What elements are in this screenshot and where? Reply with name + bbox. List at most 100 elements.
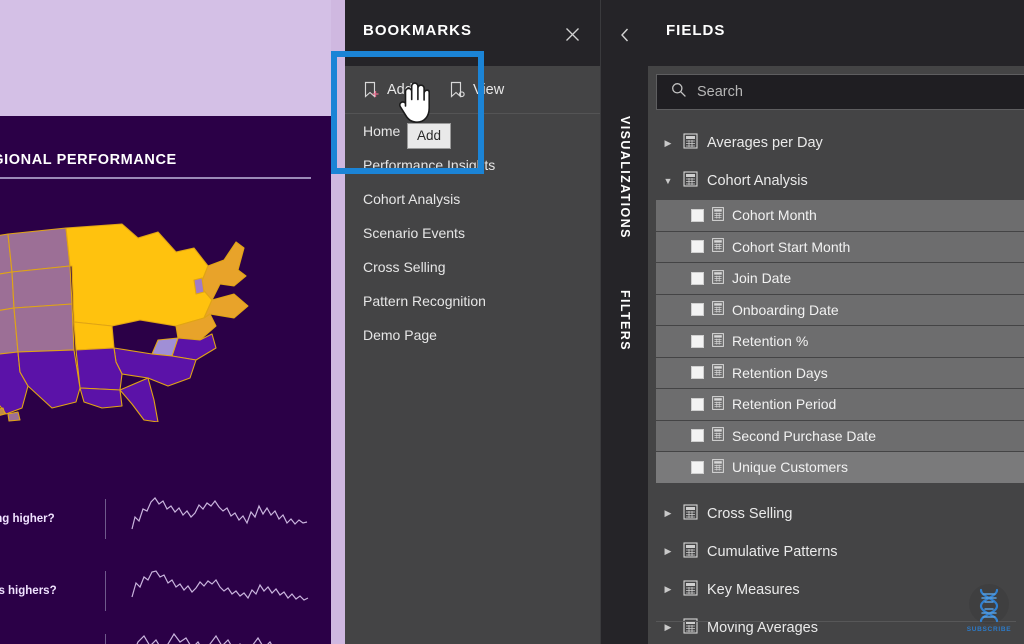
field-table-label: Cohort Analysis bbox=[707, 173, 808, 189]
tooltip: Add bbox=[407, 123, 452, 149]
field-item-label: Onboarding Date bbox=[732, 301, 839, 318]
chevron-right-icon[interactable]: ▶ bbox=[662, 546, 674, 557]
field-item-unique-customers[interactable]: Unique Customers bbox=[656, 452, 1024, 483]
add-bookmark-button[interactable]: Add bbox=[363, 76, 413, 104]
row-divider bbox=[105, 499, 106, 539]
field-item-second-purchase-date[interactable]: Second Purchase Date bbox=[656, 420, 1024, 451]
sparkline-chart bbox=[130, 495, 310, 546]
field-checkbox[interactable] bbox=[691, 208, 704, 222]
field-item-label: Cohort Month bbox=[732, 207, 817, 224]
field-table-cohort-analysis[interactable]: ▼ Cohort Analysis bbox=[648, 162, 1024, 200]
close-icon[interactable] bbox=[556, 18, 588, 50]
chevron-right-icon[interactable]: ▶ bbox=[662, 622, 674, 633]
field-checkbox[interactable] bbox=[691, 303, 704, 317]
us-choropleth-map[interactable] bbox=[0, 222, 262, 422]
chevron-down-icon[interactable]: ▼ bbox=[662, 176, 674, 186]
bookmark-item-cross-selling[interactable]: Cross Selling bbox=[345, 250, 600, 284]
bookmark-list: Home Performance Insights Cohort Analysi… bbox=[345, 114, 600, 352]
bookmark-item-label: Cohort Analysis bbox=[363, 191, 461, 207]
field-table-moving-averages[interactable]: ▶ Moving Averages bbox=[648, 609, 1024, 644]
fields-pane: FIELDS Search ▶ Averages per Day ▼ Cohor… bbox=[648, 0, 1024, 644]
field-item-cohort-start-month[interactable]: Cohort Start Month bbox=[656, 231, 1024, 262]
report-page[interactable]: EGIONAL PERFORMANCE g higher? s highers? bbox=[0, 0, 331, 644]
bookmark-item-performance-insights[interactable]: Performance Insights bbox=[345, 148, 600, 182]
search-input[interactable]: Search bbox=[656, 74, 1024, 110]
report-canvas: EGIONAL PERFORMANCE g higher? s highers? bbox=[0, 0, 345, 644]
insight-row[interactable]: ends highers? bbox=[0, 565, 331, 625]
field-table-label: Cumulative Patterns bbox=[707, 543, 838, 560]
tab-visualizations-label: VISUALIZATIONS bbox=[618, 115, 632, 239]
field-checkbox[interactable] bbox=[691, 334, 704, 348]
power-bi-window: EGIONAL PERFORMANCE g higher? s highers?… bbox=[0, 0, 1024, 644]
field-item-join-date[interactable]: Join Date bbox=[656, 263, 1024, 294]
table-icon bbox=[683, 541, 698, 562]
chevron-left-icon[interactable] bbox=[601, 18, 649, 52]
field-table-cross-selling[interactable]: ▶ Cross Selling bbox=[648, 495, 1024, 533]
table-icon bbox=[683, 579, 698, 600]
field-table-key-measures[interactable]: ▶ Key Measures bbox=[648, 571, 1024, 609]
field-item-retention-period[interactable]: Retention Period bbox=[656, 389, 1024, 420]
fields-pane-header: FIELDS bbox=[648, 0, 1024, 66]
table-icon bbox=[683, 133, 698, 153]
field-checkbox[interactable] bbox=[691, 240, 704, 254]
bookmark-item-scenario-events[interactable]: Scenario Events bbox=[345, 216, 600, 250]
field-item-label: Second Purchase Date bbox=[732, 427, 876, 444]
field-item-label: Retention % bbox=[732, 333, 809, 350]
field-checkbox[interactable] bbox=[691, 366, 704, 380]
row-divider bbox=[105, 571, 106, 611]
field-table-label: Key Measures bbox=[707, 581, 800, 598]
bookmarks-toolbar: Add View bbox=[345, 66, 600, 114]
field-item-label: Cohort Start Month bbox=[732, 238, 851, 255]
field-checkbox[interactable] bbox=[691, 429, 704, 443]
bookmark-item-cohort-analysis[interactable]: Cohort Analysis bbox=[345, 182, 600, 216]
field-checkbox[interactable] bbox=[691, 397, 704, 411]
field-checkbox[interactable] bbox=[691, 460, 704, 474]
page-title: EGIONAL PERFORMANCE bbox=[0, 152, 177, 168]
bookmark-item-label: Demo Page bbox=[363, 327, 437, 343]
view-bookmarks-button[interactable]: View bbox=[449, 76, 504, 104]
field-table-cumulative-patterns[interactable]: ▶ Cumulative Patterns bbox=[648, 533, 1024, 571]
bookmarks-pane: BOOKMARKS Add View Home Performance Insi… bbox=[345, 0, 600, 644]
report-header-band bbox=[0, 0, 331, 116]
map-svg bbox=[0, 223, 249, 422]
field-item-label: Unique Customers bbox=[732, 459, 848, 476]
bookmark-item-label: Cross Selling bbox=[363, 259, 446, 275]
tab-filters-label: FILTERS bbox=[618, 289, 632, 351]
field-item-cohort-month[interactable]: Cohort Month bbox=[656, 200, 1024, 231]
field-item-label: Retention Days bbox=[732, 364, 828, 381]
bookmark-view-icon bbox=[449, 81, 466, 99]
bookmark-item-pattern-recognition[interactable]: Pattern Recognition bbox=[345, 284, 600, 318]
close-glyph bbox=[565, 27, 579, 41]
field-table-averages-per-day[interactable]: ▶ Averages per Day bbox=[648, 124, 1024, 162]
calculator-icon bbox=[712, 458, 724, 476]
search-placeholder: Search bbox=[697, 84, 743, 100]
tooltip-label: Add bbox=[417, 128, 442, 143]
calculator-icon bbox=[712, 364, 724, 381]
bookmark-item-label: Performance Insights bbox=[363, 157, 496, 173]
insight-row[interactable] bbox=[0, 628, 331, 644]
bookmarks-pane-title: BOOKMARKS bbox=[363, 22, 472, 39]
chevron-right-icon[interactable]: ▶ bbox=[662, 584, 674, 595]
tab-visualizations[interactable]: VISUALIZATIONS bbox=[601, 92, 649, 262]
chevron-right-icon[interactable]: ▶ bbox=[662, 138, 674, 149]
field-item-retention-days[interactable]: Retention Days bbox=[656, 357, 1024, 388]
divider bbox=[656, 621, 1016, 622]
bookmark-item-home[interactable]: Home bbox=[345, 114, 600, 148]
field-checkbox[interactable] bbox=[691, 271, 704, 285]
bookmarks-pane-header: BOOKMARKS bbox=[345, 0, 600, 66]
field-item-retention-percent[interactable]: Retention % bbox=[656, 326, 1024, 357]
field-item-onboarding-date[interactable]: Onboarding Date bbox=[656, 294, 1024, 325]
insight-label: nding higher? bbox=[0, 513, 55, 525]
field-item-label: Join Date bbox=[732, 270, 792, 287]
field-table-label: Cross Selling bbox=[707, 505, 793, 522]
tab-filters[interactable]: FILTERS bbox=[601, 272, 649, 368]
title-rule bbox=[0, 177, 311, 179]
chevron-left-glyph bbox=[621, 28, 629, 42]
chevron-right-icon[interactable]: ▶ bbox=[662, 508, 674, 519]
bookmark-item-demo-page[interactable]: Demo Page bbox=[345, 318, 600, 352]
bookmark-item-label: Pattern Recognition bbox=[363, 293, 486, 309]
view-bookmarks-label: View bbox=[473, 82, 505, 98]
field-item-label: Retention Period bbox=[732, 396, 837, 413]
insight-row[interactable]: nding higher? bbox=[0, 493, 331, 553]
calculator-icon bbox=[712, 427, 724, 444]
